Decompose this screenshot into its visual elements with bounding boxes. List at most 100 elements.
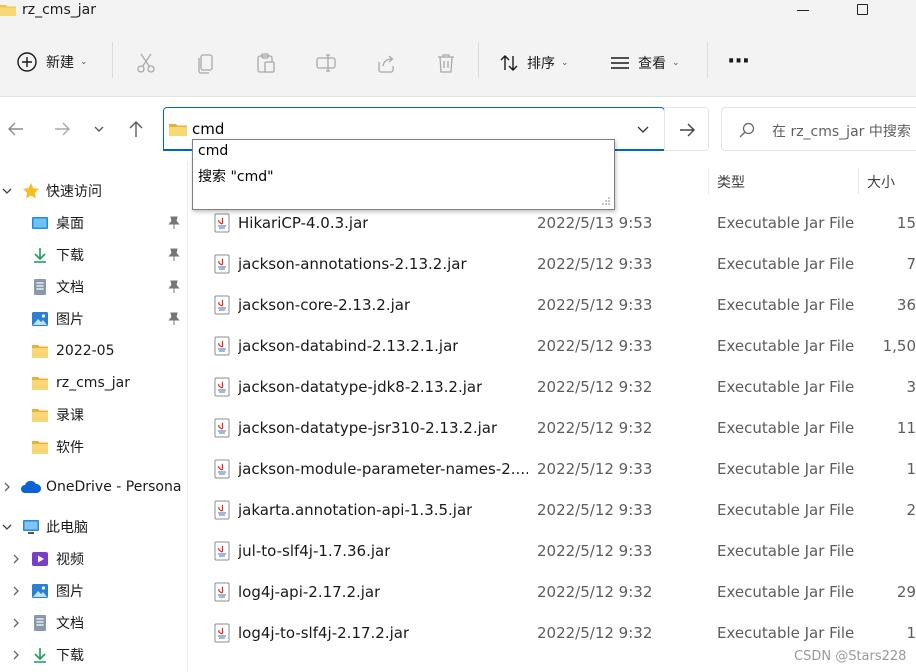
chevron-down-icon[interactable] — [636, 122, 650, 136]
sidebar-item[interactable]: 2022-05 — [0, 335, 188, 367]
file-row[interactable]: jakarta.annotation-api-1.3.5.jar 2022/5/1… — [188, 490, 916, 531]
file-size: 1 — [906, 460, 916, 478]
new-button[interactable]: 新建 ⌄ — [16, 47, 88, 77]
search-field[interactable]: 在 rz_cms_jar 中搜索 — [721, 107, 916, 151]
file-type: Executable Jar File — [717, 460, 855, 478]
resize-grip-icon[interactable] — [601, 196, 611, 206]
chevron-down-icon[interactable] — [2, 522, 12, 532]
column-type[interactable]: 类型 — [717, 172, 745, 192]
pin-icon[interactable] — [168, 216, 180, 230]
sidebar-item[interactable]: 文档 — [0, 271, 188, 303]
file-row[interactable]: jackson-core-2.13.2.jar 2022/5/12 9:33 Exe… — [188, 285, 916, 326]
file-row[interactable]: jackson-databind-2.13.2.1.jar 2022/5/12 9… — [188, 326, 916, 367]
pin-icon[interactable] — [168, 248, 180, 262]
file-date: 2022/5/12 9:32 — [537, 624, 653, 642]
sidebar-pc-item[interactable]: 图片 — [0, 575, 188, 607]
go-button[interactable] — [664, 107, 709, 151]
recent-chevron-icon[interactable] — [92, 119, 106, 139]
this-pc[interactable]: 此电脑 — [0, 511, 188, 543]
file-name: jackson-datatype-jdk8-2.13.2.jar — [238, 378, 483, 396]
view-button[interactable]: 查看 ⌄ — [610, 48, 680, 78]
more-icon: ··· — [727, 48, 750, 74]
forward-arrow-icon[interactable] — [52, 119, 72, 139]
jar-file-icon — [214, 500, 230, 520]
jar-file-icon — [214, 418, 230, 438]
file-type: Executable Jar File — [717, 255, 855, 273]
minimize-button[interactable] — [797, 10, 809, 11]
file-name: jackson-module-parameter-names-2.... — [238, 460, 528, 478]
file-date: 2022/5/12 9:32 — [537, 378, 653, 396]
share-icon[interactable] — [375, 52, 397, 74]
back-arrow-icon[interactable] — [6, 119, 26, 139]
pin-icon[interactable] — [168, 312, 180, 326]
file-name: jackson-datatype-jsr310-2.13.2.jar — [238, 419, 498, 437]
address-input[interactable]: cmd — [192, 120, 224, 138]
file-row[interactable]: jackson-datatype-jsr310-2.13.2.jar 2022/5… — [188, 408, 916, 449]
paste-icon[interactable] — [255, 52, 277, 74]
autocomplete-option[interactable]: 搜索 "cmd" — [198, 166, 274, 186]
file-date: 2022/5/12 9:33 — [537, 460, 653, 478]
cut-icon[interactable] — [135, 52, 157, 74]
file-date: 2022/5/12 9:33 — [537, 337, 653, 355]
chevron-down-icon: ⌄ — [80, 57, 88, 67]
file-name: jackson-databind-2.13.2.1.jar — [238, 337, 459, 355]
pin-icon[interactable] — [168, 280, 180, 294]
file-name: HikariCP-4.0.3.jar — [238, 214, 369, 232]
file-date: 2022/5/12 9:33 — [537, 542, 653, 560]
sidebar-pc-item[interactable]: 文档 — [0, 607, 188, 639]
plus-circle-icon — [17, 52, 37, 72]
sidebar-item[interactable]: rz_cms_jar — [0, 367, 188, 399]
quick-access[interactable]: 快速访问 — [0, 175, 188, 207]
more-options-button[interactable]: ··· — [727, 46, 750, 76]
file-type: Executable Jar File — [717, 624, 855, 642]
sidebar-pc-item[interactable]: 视频 — [0, 543, 188, 575]
sidebar-item[interactable]: 图片 — [0, 303, 188, 335]
file-name: log4j-to-slf4j-2.17.2.jar — [238, 624, 410, 642]
chevron-right-icon[interactable] — [11, 586, 21, 596]
up-arrow-icon[interactable] — [126, 119, 146, 139]
column-size[interactable]: 大小 — [867, 172, 895, 192]
file-size: 1,50 — [882, 337, 916, 355]
file-date: 2022/5/12 9:33 — [537, 501, 653, 519]
sort-button[interactable]: 排序 ⌄ — [499, 48, 569, 78]
file-type: Executable Jar File — [717, 501, 855, 519]
onedrive[interactable]: OneDrive - Persona — [0, 471, 188, 503]
chevron-right-icon[interactable] — [11, 618, 21, 628]
sidebar-item[interactable]: 下载 — [0, 239, 188, 271]
sidebar-item[interactable]: 桌面 — [0, 207, 188, 239]
file-type: Executable Jar File — [717, 214, 855, 232]
file-type: Executable Jar File — [717, 419, 855, 437]
chevron-down-icon[interactable] — [2, 186, 12, 196]
column-divider — [708, 168, 709, 194]
sidebar-item-label: 软件 — [56, 440, 84, 456]
sidebar-item[interactable]: 录课 — [0, 399, 188, 431]
file-row[interactable]: jackson-annotations-2.13.2.jar 2022/5/12 … — [188, 244, 916, 285]
chevron-down-icon: ⌄ — [561, 58, 569, 68]
sidebar-item[interactable]: 软件 — [0, 431, 188, 463]
file-row[interactable]: jackson-datatype-jdk8-2.13.2.jar 2022/5/1… — [188, 367, 916, 408]
file-date: 2022/5/13 9:53 — [537, 214, 653, 232]
sidebar-pc-item[interactable]: 下载 — [0, 639, 188, 671]
file-name: jackson-annotations-2.13.2.jar — [238, 255, 467, 273]
copy-icon[interactable] — [195, 52, 217, 74]
file-row[interactable]: log4j-api-2.17.2.jar 2022/5/12 9:32 Execut… — [188, 572, 916, 613]
new-label: 新建 — [46, 55, 74, 71]
file-row[interactable]: log4j-to-slf4j-2.17.2.jar 2022/5/12 9:32 E… — [188, 613, 916, 654]
chevron-right-icon[interactable] — [11, 650, 21, 660]
chevron-right-icon[interactable] — [11, 554, 21, 564]
delete-icon[interactable] — [435, 52, 457, 74]
maximize-button[interactable] — [857, 4, 868, 15]
file-name: jul-to-slf4j-1.7.36.jar — [238, 542, 391, 560]
sort-icon — [500, 55, 518, 71]
file-size: 29 — [896, 583, 916, 601]
pictures-icon — [32, 312, 48, 326]
file-size: 11 — [896, 419, 916, 437]
jar-file-icon — [214, 377, 230, 397]
sidebar-item-label: 2022-05 — [56, 343, 115, 359]
file-row[interactable]: jul-to-slf4j-1.7.36.jar 2022/5/12 9:33 Exe… — [188, 531, 916, 572]
chevron-right-icon[interactable] — [2, 482, 12, 492]
rename-icon[interactable] — [315, 52, 337, 74]
file-type: Executable Jar File — [717, 583, 855, 601]
autocomplete-option[interactable]: cmd — [198, 143, 228, 159]
file-row[interactable]: jackson-module-parameter-names-2.... 2022… — [188, 449, 916, 490]
